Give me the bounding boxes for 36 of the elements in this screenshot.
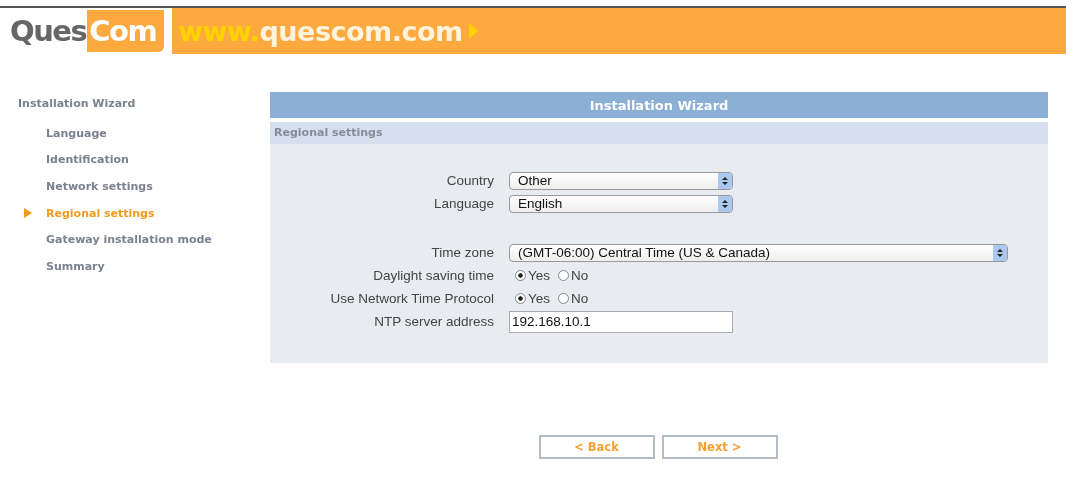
nav-button[interactable]: < Back <box>538 435 655 459</box>
radio-label: Yes <box>528 291 551 306</box>
input-field[interactable]: 192.168.10.1 <box>509 310 733 333</box>
radio-button[interactable] <box>558 293 570 304</box>
triangle-icon <box>468 23 478 39</box>
radio-label: Yes <box>528 268 551 283</box>
panel-title: Installation Wizard <box>270 92 1048 122</box>
dropdown[interactable]: English <box>509 194 733 213</box>
field-label: NTP server address <box>373 314 494 329</box>
sidebar-item[interactable]: Network settings <box>46 180 153 193</box>
field-label: Time zone <box>430 245 494 260</box>
stepper-icon <box>718 172 732 189</box>
sidebar-item[interactable]: Identification <box>46 153 129 167</box>
field-label: Daylight saving time <box>372 268 494 283</box>
sidebar-item[interactable]: Gateway installation mode <box>46 233 212 247</box>
logo-text: Ques <box>9 14 88 48</box>
sidebar-item[interactable]: Regional settings <box>46 206 155 220</box>
radio-button[interactable] <box>558 270 570 281</box>
dropdown[interactable]: Other <box>509 171 733 190</box>
radio-label: No <box>571 291 589 306</box>
sidebar-item[interactable]: Summary <box>46 259 105 273</box>
field-label: Country <box>445 173 494 188</box>
field-label: Language <box>432 196 494 211</box>
radio-button[interactable] <box>515 293 526 304</box>
nav-button[interactable]: Next > <box>661 435 778 459</box>
radio-label: No <box>571 268 589 283</box>
section-header: Regional settings <box>270 122 1048 144</box>
dropdown[interactable]: (GMT-06:00) Central Time (US & Canada) <box>509 243 1008 262</box>
stepper-icon <box>993 244 1007 261</box>
triangle-icon <box>24 208 32 219</box>
sidebar-title: Installation Wizard <box>18 97 137 110</box>
sidebar-item[interactable]: Language <box>46 126 107 140</box>
field-label: Use Network Time Protocol <box>329 291 494 306</box>
stepper-icon <box>718 195 732 212</box>
logo-text: Com <box>87 10 165 52</box>
radio-button[interactable] <box>515 270 526 281</box>
